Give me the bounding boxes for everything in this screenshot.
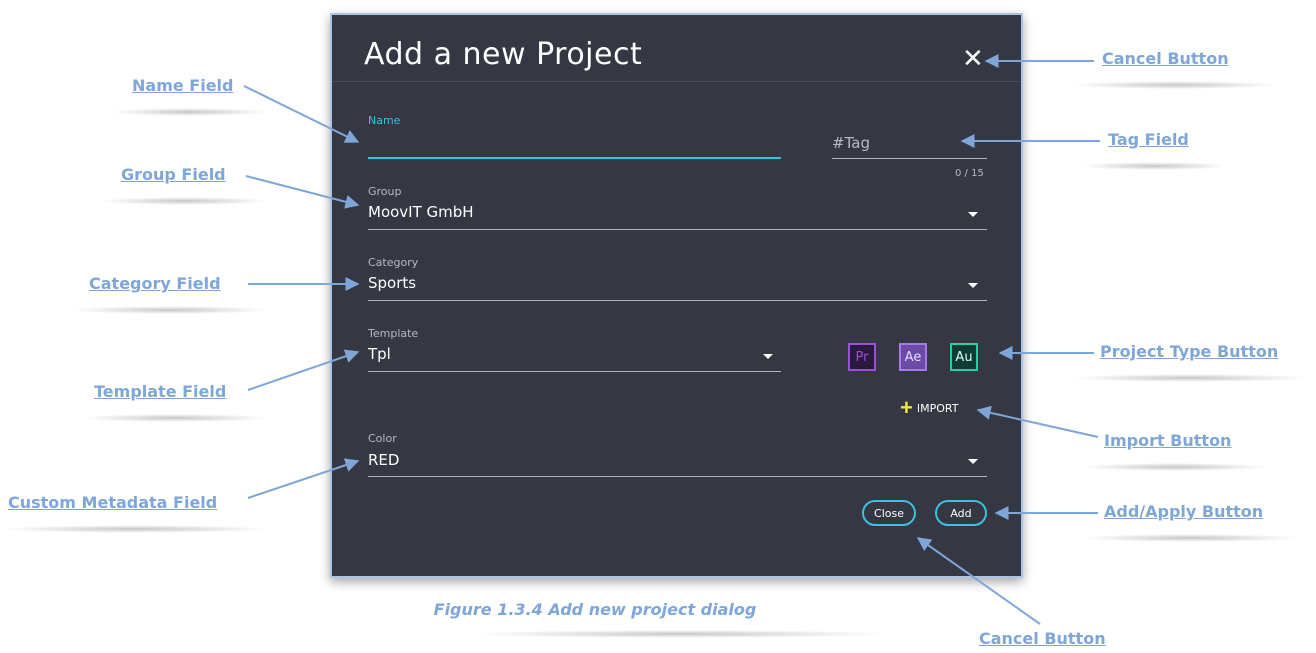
annotation-cancel-button-bottom[interactable]: Cancel Button [979, 629, 1106, 648]
annotation-shadow [110, 108, 270, 116]
name-underline [368, 157, 781, 159]
annotation-import-button[interactable]: Import Button [1104, 431, 1231, 450]
tag-underline [832, 158, 987, 159]
annotation-project-type-button[interactable]: Project Type Button [1100, 342, 1278, 361]
dialog-title: Add a new Project [364, 37, 643, 72]
annotation-shadow [1070, 374, 1310, 382]
tag-counter: 0 / 15 [955, 168, 984, 179]
after-effects-type-button[interactable]: Ae [899, 343, 927, 371]
close-button[interactable]: Close [862, 500, 916, 526]
color-select[interactable]: RED [368, 451, 399, 469]
plus-icon: + [900, 395, 913, 420]
annotation-shadow [1070, 81, 1280, 89]
annotation-cancel-button[interactable]: Cancel Button [1102, 49, 1229, 68]
chevron-down-icon[interactable] [968, 459, 978, 464]
chevron-down-icon[interactable] [763, 354, 773, 359]
annotation-shadow [70, 306, 270, 314]
annotation-category-field[interactable]: Category Field [89, 274, 221, 293]
annotation-group-field[interactable]: Group Field [121, 165, 226, 184]
group-label: Group [368, 185, 402, 198]
annotation-shadow [1080, 534, 1300, 542]
category-label: Category [368, 256, 419, 269]
group-underline [368, 229, 987, 230]
figure-caption: Figure 1.3.4 Add new project dialog [433, 600, 757, 619]
annotation-shadow [0, 525, 270, 533]
annotation-name-field[interactable]: Name Field [132, 76, 233, 95]
category-underline [368, 300, 987, 301]
annotation-shadow [1080, 162, 1230, 170]
name-label: Name [368, 114, 401, 127]
color-underline [368, 476, 987, 477]
add-project-dialog: Add a new Project ✕ Name #Tag 0 / 15 Gro… [330, 13, 1023, 578]
annotation-add-apply-button[interactable]: Add/Apply Button [1104, 502, 1263, 521]
annotation-custom-metadata-field[interactable]: Custom Metadata Field [8, 493, 217, 512]
import-button[interactable]: + IMPORT [900, 395, 959, 420]
annotation-shadow [80, 414, 270, 422]
chevron-down-icon[interactable] [968, 283, 978, 288]
audition-type-button[interactable]: Au [950, 343, 978, 371]
template-label: Template [368, 327, 419, 340]
category-select[interactable]: Sports [368, 274, 416, 292]
color-label: Color [368, 432, 397, 445]
chevron-down-icon[interactable] [968, 212, 978, 217]
annotation-shadow [100, 197, 270, 205]
title-divider [332, 81, 1021, 82]
tag-input[interactable]: #Tag [832, 134, 870, 152]
template-underline [368, 371, 781, 372]
add-button[interactable]: Add [935, 500, 987, 526]
close-icon[interactable]: ✕ [962, 45, 984, 71]
annotation-tag-field[interactable]: Tag Field [1108, 130, 1189, 149]
caption-shadow [470, 630, 890, 638]
template-select[interactable]: Tpl [368, 345, 391, 363]
annotation-shadow [1080, 463, 1270, 471]
import-label: IMPORT [916, 401, 959, 415]
annotation-template-field[interactable]: Template Field [94, 382, 226, 401]
premiere-type-button[interactable]: Pr [848, 343, 876, 371]
group-select[interactable]: MoovIT GmbH [368, 203, 474, 221]
